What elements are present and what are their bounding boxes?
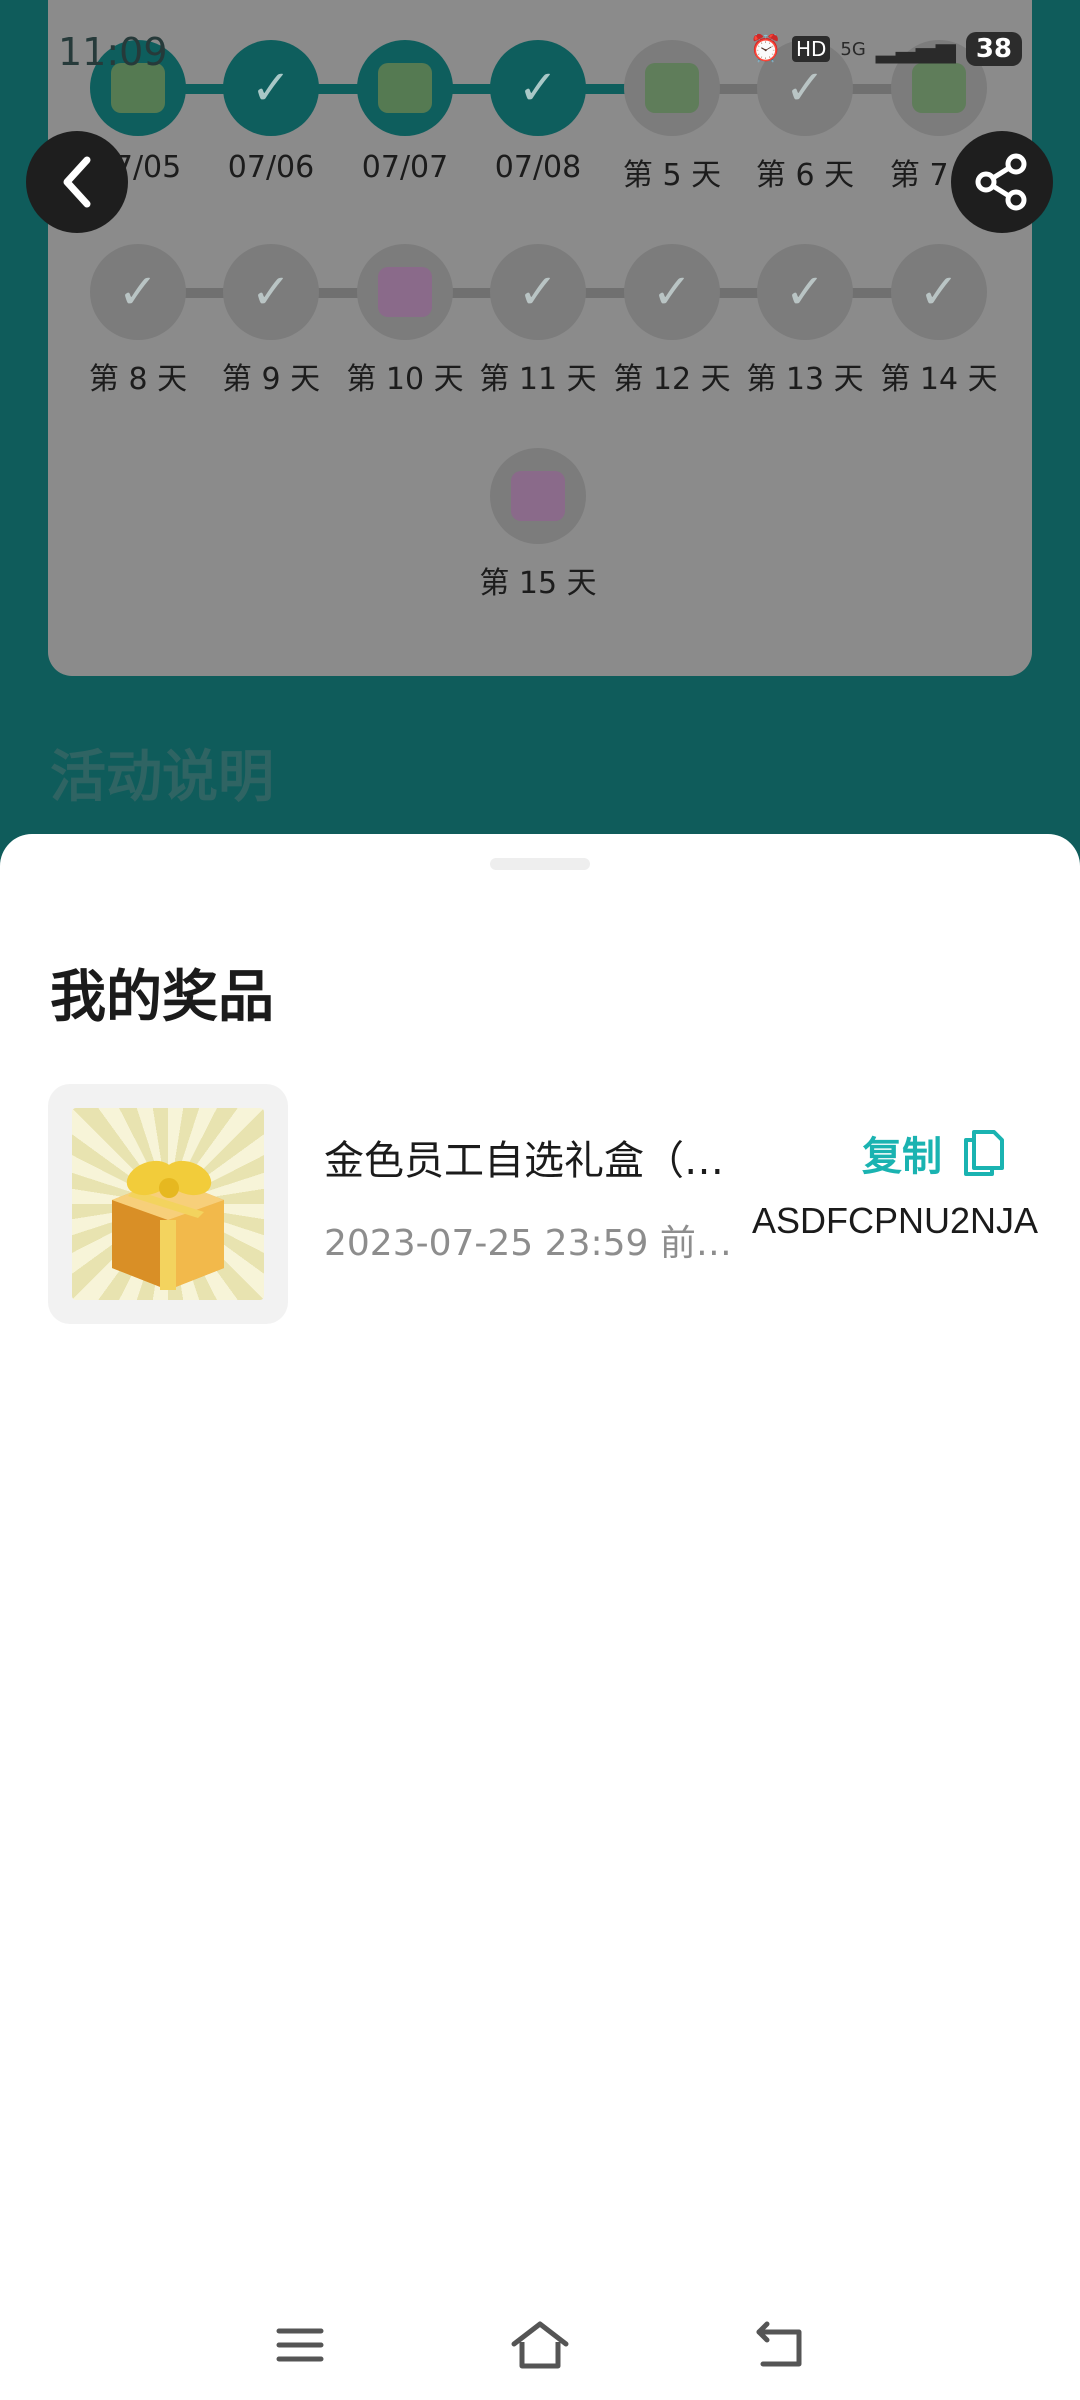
- day-label: 第 6 天: [755, 158, 855, 193]
- share-button[interactable]: [951, 131, 1053, 233]
- check-icon: ✓: [918, 264, 960, 320]
- day-label: 第 14 天: [880, 362, 998, 397]
- nav-back-button[interactable]: [740, 2310, 820, 2380]
- copy-label: 复制: [862, 1134, 942, 1180]
- network-icon: 5G: [840, 38, 866, 60]
- day-label: 07/08: [494, 150, 582, 185]
- day-label: 第 11 天: [479, 362, 597, 397]
- day-label: 第 8 天: [88, 362, 188, 397]
- checkin-day: ✓ 第 14 天: [871, 244, 1007, 398]
- status-time: 11:09: [58, 30, 168, 74]
- chevron-left-icon: [63, 156, 91, 208]
- prize-name: 金色员工自选礼盒（…: [324, 1138, 724, 1184]
- activity-title: 活动说明: [50, 745, 274, 810]
- redeem-code: ASDFCPNU2NJA: [752, 1200, 1039, 1241]
- battery-indicator: 38: [965, 32, 1022, 66]
- nav-menu-button[interactable]: [260, 2310, 340, 2380]
- day-status-circle: ✓: [90, 244, 186, 340]
- day-label: 07/06: [227, 150, 315, 185]
- sheet-drag-handle[interactable]: [490, 858, 590, 870]
- copy-code-button[interactable]: 复制: [862, 1124, 1006, 1182]
- status-bar: 11:09 ⏰ HD 5G ▂▃▄▅ 38: [0, 0, 1080, 100]
- checkin-day: ✓ 第 9 天: [203, 244, 339, 398]
- gift-box-image: [72, 1108, 264, 1300]
- prize-item[interactable]: 金色员工自选礼盒（… 2023-07-25 23:59 前… 复制 ASDFCP…: [48, 1084, 1038, 1324]
- prize-thumbnail: [48, 1084, 288, 1324]
- check-icon: ✓: [784, 264, 826, 320]
- day-label: 第 10 天: [346, 362, 464, 397]
- day-label: 第 15 天: [479, 566, 597, 601]
- status-icons: ⏰ HD 5G ▂▃▄▅ 38: [750, 32, 1022, 66]
- day-status-circle: ✓: [891, 244, 987, 340]
- day-status-circle: ✓: [223, 244, 319, 340]
- gift-icon: [511, 471, 565, 521]
- checkin-day: ✓ 第 13 天: [737, 244, 873, 398]
- day-label: 第 13 天: [746, 362, 864, 397]
- alarm-icon: ⏰: [749, 34, 782, 64]
- sheet-title: 我的奖品: [50, 965, 274, 1030]
- checkin-day: 第 10 天: [337, 244, 473, 398]
- checkin-day: 第 15 天: [470, 448, 606, 602]
- day-label: 第 12 天: [613, 362, 731, 397]
- menu-icon: [276, 2328, 324, 2362]
- checkin-day: ✓ 第 12 天: [604, 244, 740, 398]
- check-icon: ✓: [117, 264, 159, 320]
- day-label: 第 9 天: [221, 362, 321, 397]
- gift-icon: [378, 267, 432, 317]
- copy-icon: [964, 1130, 1004, 1176]
- return-icon: [756, 2321, 802, 2367]
- hd-icon: HD: [791, 36, 831, 62]
- system-nav-bar: [0, 2270, 1080, 2400]
- nav-home-button[interactable]: [500, 2310, 580, 2380]
- day-status-circle: ✓: [624, 244, 720, 340]
- check-icon: ✓: [250, 264, 292, 320]
- checkin-day: ✓ 第 8 天: [70, 244, 206, 398]
- checkin-day: ✓ 第 11 天: [470, 244, 606, 398]
- home-icon: [511, 2321, 569, 2369]
- day-status-circle: ✓: [757, 244, 853, 340]
- back-button[interactable]: [26, 131, 128, 233]
- day-label: 07/07: [361, 150, 449, 185]
- day-status-circle: [490, 448, 586, 544]
- signal-icon: ▂▃▄▅: [875, 34, 956, 64]
- prizes-bottom-sheet: 我的奖品 金色员工自选礼盒（… 2023-07-25 23:59 前… 复制 A…: [0, 834, 1080, 2400]
- day-label: 第 5 天: [622, 158, 722, 193]
- share-icon: [975, 153, 1027, 211]
- day-status-circle: ✓: [490, 244, 586, 340]
- day-status-circle: [357, 244, 453, 340]
- prize-expiry-date: 2023-07-25 23:59 前…: [324, 1223, 732, 1264]
- check-icon: ✓: [651, 264, 693, 320]
- check-icon: ✓: [517, 264, 559, 320]
